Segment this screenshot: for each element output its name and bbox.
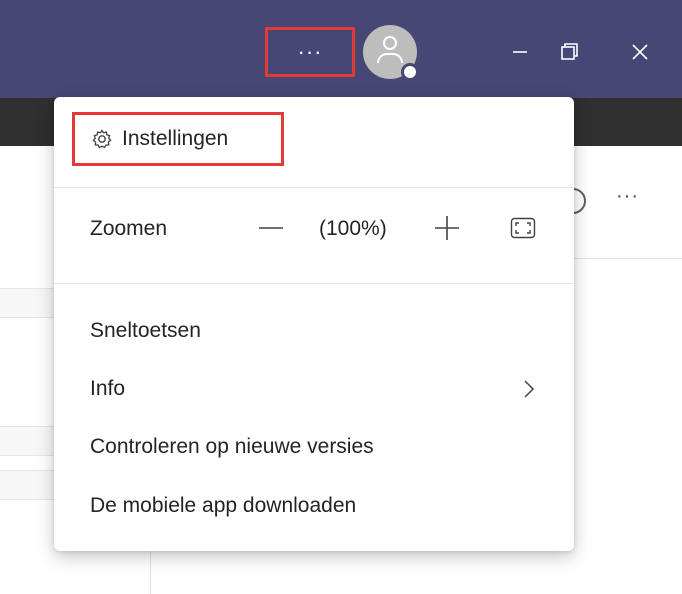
person-icon-head	[383, 36, 397, 50]
keyboard-shortcuts-item[interactable]: Sneltoetsen	[90, 311, 550, 351]
settings-menu-item[interactable]: Instellingen	[72, 112, 284, 166]
menu-item-label: De mobiele app downloaden	[90, 494, 357, 517]
channel-more-icon[interactable]: ···	[616, 185, 639, 208]
gear-icon	[92, 129, 112, 149]
settings-label: Instellingen	[122, 127, 229, 150]
divider	[54, 283, 574, 284]
title-bar: ···	[0, 0, 682, 98]
minimize-icon	[513, 51, 527, 53]
close-icon	[632, 44, 648, 60]
close-button[interactable]	[620, 32, 660, 72]
chevron-right-icon	[519, 369, 539, 409]
zoom-row: Zoomen (100%)	[54, 205, 574, 255]
restore-icon	[561, 43, 578, 60]
more-options-button[interactable]: ···	[265, 27, 355, 77]
check-updates-item[interactable]: Controleren op nieuwe versies	[90, 427, 550, 467]
maximize-button[interactable]	[550, 32, 590, 72]
plus-icon	[435, 216, 459, 240]
download-mobile-app-item[interactable]: De mobiele app downloaden	[90, 486, 550, 526]
zoom-out-button[interactable]	[254, 211, 288, 245]
zoom-label: Zoomen	[90, 217, 168, 240]
fullscreen-button[interactable]	[506, 211, 540, 245]
more-icon: ···	[297, 39, 323, 64]
person-icon-body	[377, 53, 403, 63]
fullscreen-icon	[510, 217, 536, 239]
minus-icon	[259, 227, 283, 229]
zoom-level: (100%)	[319, 217, 387, 240]
menu-item-label: Sneltoetsen	[90, 319, 201, 342]
menu-item-label: Controleren op nieuwe versies	[90, 435, 374, 458]
minimize-button[interactable]	[500, 32, 540, 72]
status-indicator	[401, 63, 419, 81]
settings-menu: Instellingen Zoomen (100%) Sneltoetsen I…	[54, 97, 574, 551]
avatar[interactable]	[363, 25, 419, 81]
zoom-in-button[interactable]	[430, 211, 464, 245]
divider	[54, 187, 574, 188]
menu-item-label: Info	[90, 377, 126, 400]
info-item[interactable]: Info	[90, 369, 550, 409]
